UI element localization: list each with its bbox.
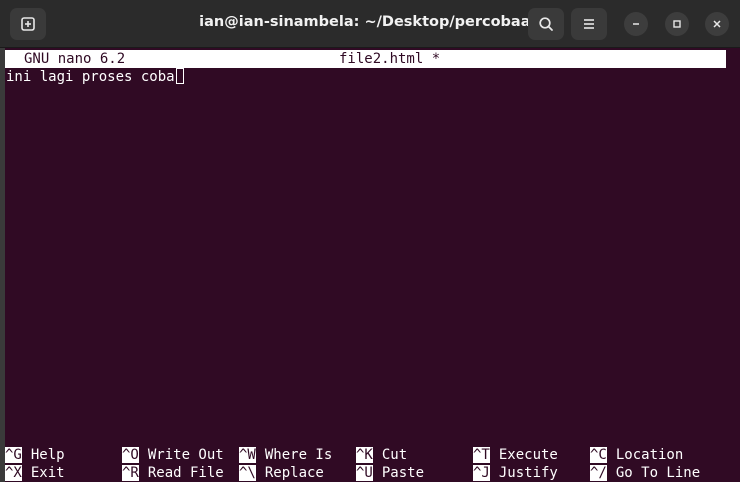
editor-text-line[interactable]: ini lagi proses coba bbox=[6, 68, 184, 86]
close-button[interactable] bbox=[705, 12, 729, 36]
editor-line-text: ini lagi proses coba bbox=[6, 69, 175, 85]
maximize-button[interactable] bbox=[665, 12, 689, 36]
text-cursor bbox=[175, 68, 184, 84]
shortcut-write-out[interactable]: ^O Write Out bbox=[122, 446, 224, 464]
nano-filename: file2.html * bbox=[339, 51, 441, 67]
new-tab-button[interactable] bbox=[10, 8, 46, 40]
shortcut-key: ^W bbox=[239, 447, 256, 463]
shortcut-key: ^J bbox=[473, 465, 490, 481]
shortcut-label: Write Out bbox=[147, 447, 224, 463]
shortcut-execute[interactable]: ^T Execute bbox=[473, 446, 558, 464]
shortcut-key: ^U bbox=[356, 465, 373, 481]
shortcut-where-is[interactable]: ^W Where Is bbox=[239, 446, 332, 464]
shortcut-justify[interactable]: ^J Justify bbox=[473, 464, 558, 482]
search-button[interactable] bbox=[528, 8, 564, 40]
shortcut-key: ^O bbox=[122, 447, 139, 463]
shortcut-label: Read File bbox=[147, 465, 224, 481]
shortcut-label: Justify bbox=[498, 465, 558, 481]
shortcut-location[interactable]: ^C Location bbox=[590, 446, 683, 464]
shortcut-key: ^T bbox=[473, 447, 490, 463]
search-icon bbox=[539, 17, 553, 31]
shortcut-label: Exit bbox=[30, 465, 65, 481]
shortcut-go-to-line[interactable]: ^/ Go To Line bbox=[590, 464, 700, 482]
menu-button[interactable] bbox=[571, 8, 607, 40]
shortcut-replace[interactable]: ^\ Replace bbox=[239, 464, 324, 482]
shortcut-exit[interactable]: ^X Exit bbox=[5, 464, 65, 482]
nano-version: GNU nano 6.2 bbox=[24, 51, 126, 67]
shortcut-key: ^R bbox=[122, 465, 139, 481]
shortcut-label: Help bbox=[30, 447, 65, 463]
shortcut-key: ^C bbox=[590, 447, 607, 463]
shortcut-label: Execute bbox=[498, 447, 558, 463]
shortcut-key: ^\ bbox=[239, 465, 256, 481]
shortcut-label: Go To Line bbox=[615, 465, 701, 481]
shortcut-key: ^X bbox=[5, 465, 22, 481]
terminal-area[interactable]: GNU nano 6.2 file2.html * ini lagi prose… bbox=[0, 48, 740, 482]
minimize-button[interactable] bbox=[624, 12, 648, 36]
close-icon bbox=[713, 20, 721, 28]
window-title: ian@ian-sinambela: ~/Desktop/percobaan bbox=[199, 14, 541, 30]
new-tab-icon bbox=[21, 17, 35, 31]
shortcut-key: ^K bbox=[356, 447, 373, 463]
hamburger-menu-icon bbox=[584, 19, 594, 29]
shortcut-label: Location bbox=[615, 447, 684, 463]
shortcut-label: Replace bbox=[264, 465, 324, 481]
shortcut-key: ^/ bbox=[590, 465, 607, 481]
shortcut-read-file[interactable]: ^R Read File bbox=[122, 464, 224, 482]
shortcut-label: Paste bbox=[381, 465, 425, 481]
shortcut-row-1: ^G Help ^O Write Out ^W Where Is ^K Cut ^T Ex… bbox=[5, 446, 735, 464]
shortcut-paste[interactable]: ^U Paste bbox=[356, 464, 424, 482]
shortcut-cut[interactable]: ^K Cut bbox=[356, 446, 407, 464]
terminal-window: ian@ian-sinambela: ~/Desktop/percobaan G… bbox=[0, 0, 740, 482]
shortcut-label: Cut bbox=[381, 447, 408, 463]
minimize-icon bbox=[633, 23, 639, 25]
shortcut-help[interactable]: ^G Help bbox=[5, 446, 65, 464]
title-bar: ian@ian-sinambela: ~/Desktop/percobaan bbox=[0, 0, 740, 48]
shortcut-row-2: ^X Exit ^R Read File ^\ Replace ^U Paste ^J J… bbox=[5, 464, 735, 482]
shortcut-key: ^G bbox=[5, 447, 22, 463]
shortcut-label: Where Is bbox=[264, 447, 333, 463]
maximize-icon bbox=[673, 20, 681, 28]
nano-header-bar: GNU nano 6.2 file2.html * bbox=[5, 50, 726, 68]
